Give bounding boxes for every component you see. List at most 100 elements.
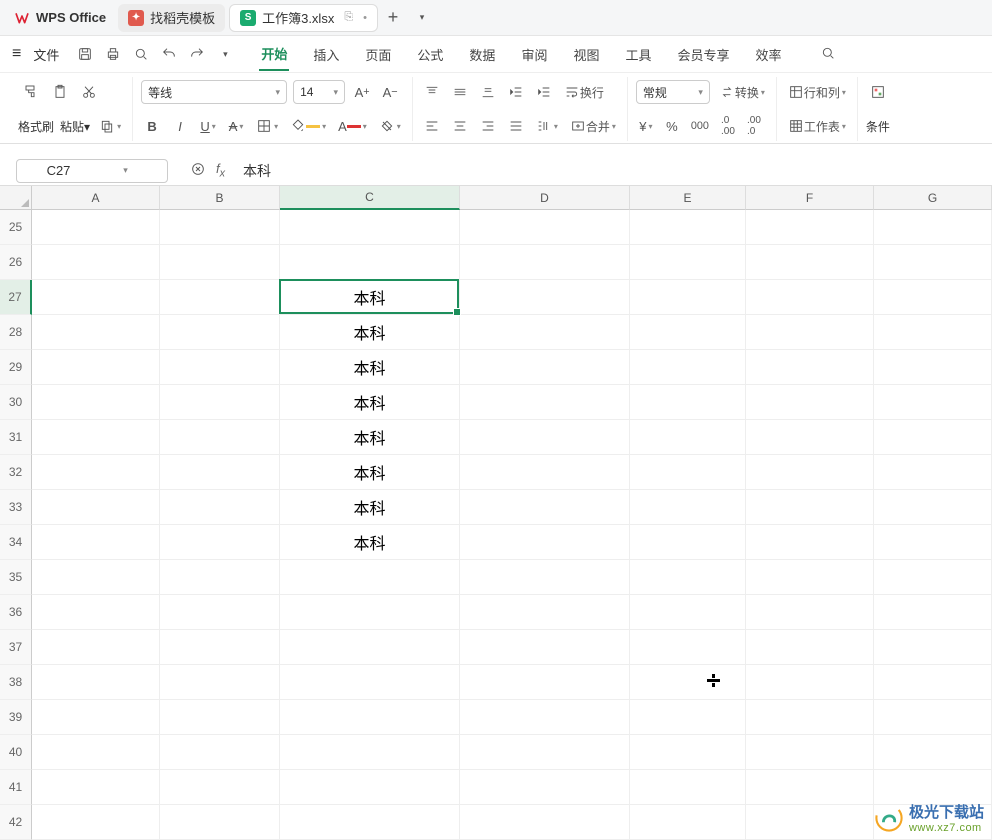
italic-button[interactable]: I [169, 113, 191, 139]
tab-tools[interactable]: 工具 [623, 39, 653, 70]
cell-D26[interactable] [460, 245, 630, 280]
cell-C25[interactable] [280, 210, 460, 245]
cell-E38[interactable] [630, 665, 746, 700]
row-header-38[interactable]: 38 [0, 665, 32, 700]
cell-C26[interactable] [280, 245, 460, 280]
increase-font-button[interactable]: A+ [351, 79, 373, 105]
cell-C31[interactable]: 本科 [280, 420, 460, 455]
row-header-29[interactable]: 29 [0, 350, 32, 385]
row-header-30[interactable]: 30 [0, 385, 32, 420]
cell-E33[interactable] [630, 490, 746, 525]
cut-button[interactable] [78, 79, 100, 105]
tab-efficiency[interactable]: 效率 [754, 39, 784, 70]
cell-F39[interactable] [746, 700, 874, 735]
cell-F36[interactable] [746, 595, 874, 630]
cell-C41[interactable] [280, 770, 460, 805]
tab-data[interactable]: 数据 [467, 39, 497, 70]
cell-C36[interactable] [280, 595, 460, 630]
align-center-button[interactable] [449, 113, 471, 139]
cell-F37[interactable] [746, 630, 874, 665]
strikethrough-button[interactable]: A▾ [225, 113, 247, 139]
column-header-C[interactable]: C [280, 186, 460, 210]
cell-D25[interactable] [460, 210, 630, 245]
cell-D37[interactable] [460, 630, 630, 665]
paste-button[interactable] [48, 82, 72, 102]
tab-view[interactable]: 视图 [571, 39, 601, 70]
cell-B25[interactable] [160, 210, 280, 245]
row-header-39[interactable]: 39 [0, 700, 32, 735]
fx-icon[interactable]: fx [216, 161, 225, 180]
cell-A31[interactable] [32, 420, 160, 455]
cell-E30[interactable] [630, 385, 746, 420]
cell-E41[interactable] [630, 770, 746, 805]
cell-G41[interactable] [874, 770, 992, 805]
cell-D30[interactable] [460, 385, 630, 420]
cell-D28[interactable] [460, 315, 630, 350]
row-header-33[interactable]: 33 [0, 490, 32, 525]
conditional-format-button[interactable] [866, 82, 890, 102]
decrease-indent-button[interactable] [505, 79, 527, 105]
increase-indent-button[interactable] [533, 79, 555, 105]
cell-B35[interactable] [160, 560, 280, 595]
worksheet-button[interactable]: 工作表▾ [785, 113, 849, 139]
cell-E29[interactable] [630, 350, 746, 385]
wrap-text-button[interactable]: 换行 [561, 79, 607, 105]
cell-G38[interactable] [874, 665, 992, 700]
formula-input[interactable]: 本科 [235, 161, 984, 181]
row-header-36[interactable]: 36 [0, 595, 32, 630]
tab-member[interactable]: 会员专享 [675, 39, 731, 70]
row-header-27[interactable]: 27 [0, 280, 32, 315]
cell-C28[interactable]: 本科 [280, 315, 460, 350]
cell-G30[interactable] [874, 385, 992, 420]
cell-B27[interactable] [160, 280, 280, 315]
cell-A42[interactable] [32, 805, 160, 840]
cell-E31[interactable] [630, 420, 746, 455]
cell-G29[interactable] [874, 350, 992, 385]
cell-B31[interactable] [160, 420, 280, 455]
cell-F41[interactable] [746, 770, 874, 805]
file-menu[interactable]: 文件 [29, 43, 63, 66]
cell-C39[interactable] [280, 700, 460, 735]
cell-D35[interactable] [460, 560, 630, 595]
font-color-button[interactable]: A▾ [335, 113, 370, 139]
cell-A38[interactable] [32, 665, 160, 700]
cell-G26[interactable] [874, 245, 992, 280]
cell-G35[interactable] [874, 560, 992, 595]
cell-B33[interactable] [160, 490, 280, 525]
rows-cols-button[interactable]: 行和列▾ [785, 79, 849, 105]
row-header-42[interactable]: 42 [0, 805, 32, 840]
cell-F31[interactable] [746, 420, 874, 455]
tab-home[interactable]: 开始 [259, 38, 289, 71]
font-size-select[interactable]: 14▾ [293, 80, 345, 104]
cell-B28[interactable] [160, 315, 280, 350]
currency-button[interactable]: ¥▾ [636, 113, 656, 139]
row-header-41[interactable]: 41 [0, 770, 32, 805]
cancel-formula-icon[interactable] [190, 161, 206, 180]
cell-C40[interactable] [280, 735, 460, 770]
undo-button[interactable] [157, 42, 181, 66]
cell-A25[interactable] [32, 210, 160, 245]
cell-G40[interactable] [874, 735, 992, 770]
cell-D32[interactable] [460, 455, 630, 490]
cell-A29[interactable] [32, 350, 160, 385]
tab-page[interactable]: 页面 [363, 39, 393, 70]
cell-E26[interactable] [630, 245, 746, 280]
cell-A32[interactable] [32, 455, 160, 490]
align-left-button[interactable] [421, 113, 443, 139]
cell-E40[interactable] [630, 735, 746, 770]
cell-G39[interactable] [874, 700, 992, 735]
tab-menu-icon[interactable]: • [363, 12, 367, 24]
cell-A39[interactable] [32, 700, 160, 735]
cell-C37[interactable] [280, 630, 460, 665]
increase-decimal-button[interactable]: .0.00 [718, 113, 738, 139]
cell-E34[interactable] [630, 525, 746, 560]
cell-B26[interactable] [160, 245, 280, 280]
column-header-F[interactable]: F [746, 186, 874, 210]
cell-D41[interactable] [460, 770, 630, 805]
cell-B36[interactable] [160, 595, 280, 630]
tab-templates[interactable]: ✦ 找稻壳模板 [118, 4, 225, 32]
cell-A27[interactable] [32, 280, 160, 315]
column-header-G[interactable]: G [874, 186, 992, 210]
row-header-34[interactable]: 34 [0, 525, 32, 560]
comma-button[interactable]: 000 [688, 113, 712, 139]
